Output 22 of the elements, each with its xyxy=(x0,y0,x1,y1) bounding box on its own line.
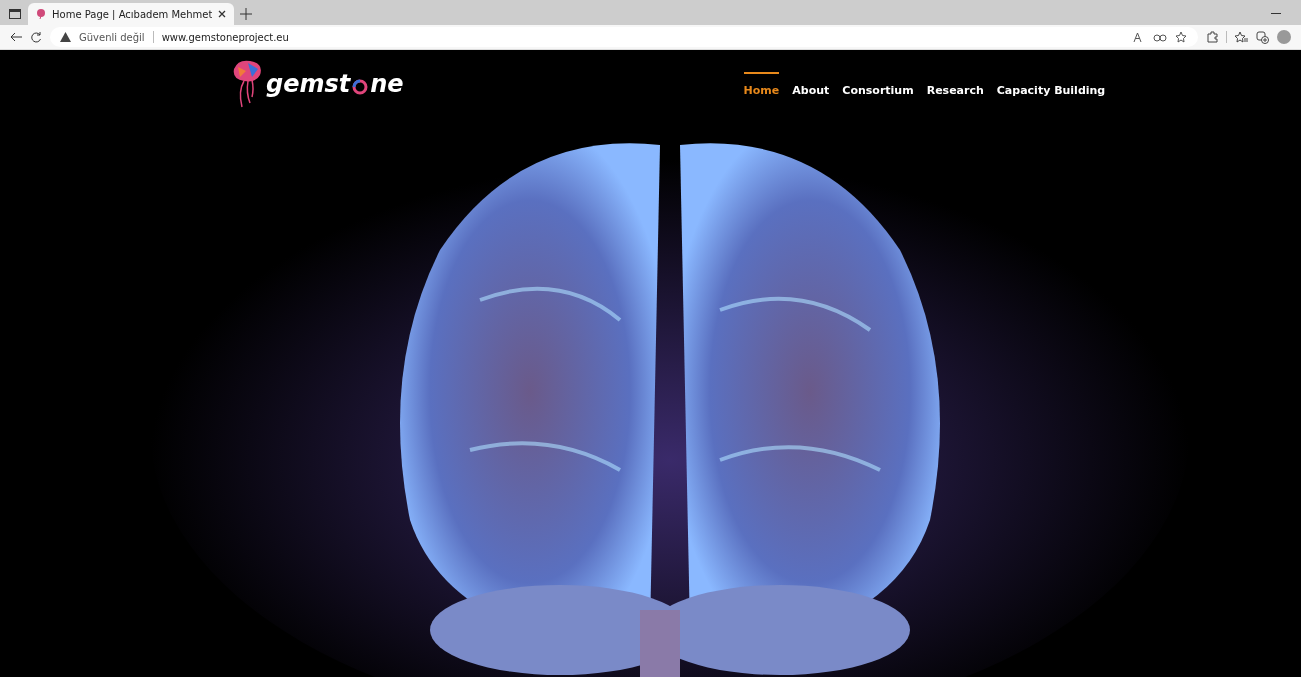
url-text: www.gemstoneproject.eu xyxy=(161,31,289,43)
logo-text: ne xyxy=(370,70,404,98)
back-icon[interactable] xyxy=(10,32,22,42)
favorites-icon[interactable] xyxy=(1235,31,1248,43)
extensions-icon[interactable] xyxy=(1206,31,1218,43)
favorite-star-icon[interactable] xyxy=(1175,31,1188,43)
ring-logo-icon xyxy=(352,79,369,95)
address-bar[interactable]: Güvenli değil www.gemstoneproject.eu xyxy=(50,27,1198,47)
nav-link[interactable]: Consortium xyxy=(842,71,914,97)
nav-link[interactable]: Research xyxy=(926,71,984,97)
nav-link[interactable]: About xyxy=(792,71,830,97)
logo-text: gemst xyxy=(266,70,351,98)
browser-tab[interactable]: Home Page | Acıbadem Mehmet xyxy=(28,3,235,25)
profile-avatar-icon[interactable] xyxy=(1277,30,1291,44)
nav-link[interactable]: Capacity Building xyxy=(996,71,1106,97)
warning-icon xyxy=(60,32,71,42)
close-icon[interactable] xyxy=(218,10,227,18)
security-label: Güvenli değil xyxy=(79,31,145,43)
logo[interactable]: gemst ne xyxy=(230,59,404,109)
refresh-icon[interactable] xyxy=(30,31,42,43)
nav-link[interactable]: Home xyxy=(743,71,780,97)
collections-icon[interactable] xyxy=(1256,30,1269,44)
